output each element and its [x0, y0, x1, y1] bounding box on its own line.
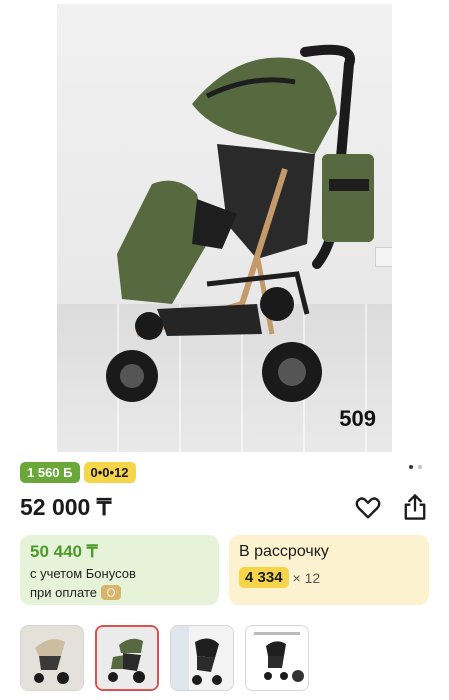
share-icon[interactable]: [401, 492, 429, 522]
product-main-image[interactable]: 509: [57, 4, 392, 452]
installment-row: 4 334 × 12: [239, 567, 320, 588]
installment-card[interactable]: В рассрочку 4 334 × 12: [229, 535, 429, 605]
installment-badge[interactable]: 0•0•12: [83, 462, 136, 483]
product-price: 52 000 ₸: [20, 494, 112, 520]
gallery-pagination[interactable]: [409, 465, 422, 469]
badge-row: 1 560 Б 0•0•12: [20, 462, 136, 483]
thumbnail-4[interactable]: [245, 625, 309, 691]
thumbnail-2[interactable]: [95, 625, 159, 691]
thumbnail-strip: [20, 625, 309, 691]
photo-id-label: 509: [339, 406, 376, 431]
installment-amount: 4 334: [239, 567, 289, 588]
bonus-price-caption-text: при оплате: [30, 585, 97, 600]
payment-method-icon: [100, 585, 121, 600]
installment-multiplier: × 12: [292, 569, 321, 586]
bonus-price-card[interactable]: 50 440 ₸ с учетом Бонусов при оплате: [20, 535, 219, 605]
bonus-price-caption: с учетом Бонусов: [30, 566, 136, 581]
stroller-illustration: [106, 44, 374, 402]
bonus-price-caption-2: при оплате: [30, 585, 121, 600]
heart-icon[interactable]: [354, 494, 382, 522]
gallery-dot-2[interactable]: [418, 465, 422, 469]
installment-title: В рассрочку: [239, 543, 329, 560]
bonus-price-value: 50 440 ₸: [30, 542, 98, 561]
thumbnail-1[interactable]: [20, 625, 84, 691]
thumbnail-3[interactable]: [170, 625, 234, 691]
gallery-dot-1[interactable]: [409, 465, 413, 469]
bonus-badge[interactable]: 1 560 Б: [20, 462, 80, 483]
